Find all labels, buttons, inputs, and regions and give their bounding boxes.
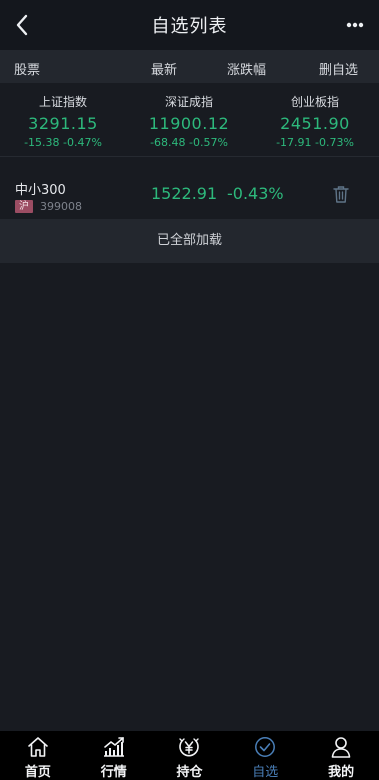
column-change[interactable]: 涨跌幅 — [227, 59, 266, 78]
watchlist-row[interactable]: 中小300 沪 399008 1522.91 -0.43% — [0, 165, 379, 219]
tab-market[interactable]: 行情 — [76, 731, 152, 780]
tab-label: 首页 — [24, 765, 51, 780]
index-change: -15.38 -0.47% — [24, 136, 102, 149]
tab-label: 我的 — [328, 765, 355, 780]
more-dots-icon — [346, 22, 364, 28]
tab-label: 自选 — [252, 765, 279, 780]
nav-header: 自选列表 — [0, 0, 379, 50]
index-price: 11900.12 — [148, 114, 230, 133]
stock-price: 1522.91 — [151, 184, 218, 203]
page-title: 自选列表 — [151, 16, 228, 37]
column-stock: 股票 — [14, 63, 41, 78]
trash-icon — [333, 186, 349, 203]
market-indices: 上证指数 3291.15 -15.38 -0.47% 深证成指 11900.12… — [0, 83, 379, 157]
market-badge: 沪 — [15, 200, 33, 213]
tab-home[interactable]: 首页 — [0, 731, 76, 780]
bottom-tab-bar: 首页 行情 持仓 自选 我的 — [0, 731, 379, 780]
list-end-notice: 已全部加载 — [0, 219, 379, 263]
index-name: 创业板指 — [290, 95, 339, 109]
index-change: -68.48 -0.57% — [150, 136, 228, 149]
check-circle-icon — [253, 735, 277, 759]
tab-label: 行情 — [100, 765, 127, 780]
chart-icon — [102, 735, 126, 759]
tab-watchlist[interactable]: 自选 — [227, 731, 303, 780]
more-button[interactable] — [341, 13, 369, 37]
index-card[interactable]: 创业板指 2451.90 -17.91 -0.73% — [252, 93, 378, 149]
column-latest[interactable]: 最新 — [151, 59, 177, 78]
home-icon — [26, 735, 50, 759]
delete-button[interactable] — [330, 183, 352, 205]
index-name: 上证指数 — [38, 95, 87, 109]
stock-code: 399008 — [40, 200, 82, 213]
user-icon — [329, 735, 353, 759]
index-card[interactable]: 深证成指 11900.12 -68.48 -0.57% — [126, 93, 252, 149]
index-card[interactable]: 上证指数 3291.15 -15.38 -0.47% — [0, 93, 126, 149]
index-price: 3291.15 — [28, 114, 98, 133]
stock-change-pct: -0.43% — [227, 184, 284, 203]
index-name: 深证成指 — [164, 95, 213, 109]
tab-label: 持仓 — [176, 765, 203, 780]
back-button[interactable] — [8, 10, 36, 40]
index-price: 2451.90 — [280, 114, 350, 133]
tab-holdings[interactable]: 持仓 — [152, 731, 228, 780]
stock-name: 中小300 — [15, 183, 66, 198]
tab-profile[interactable]: 我的 — [303, 731, 379, 780]
column-header-bar: 股票 最新 涨跌幅 删自选 — [0, 50, 379, 83]
column-delete: 删自选 — [319, 63, 359, 78]
index-change: -17.91 -0.73% — [276, 136, 354, 149]
app-root: 自选列表 股票 最新 涨跌幅 删自选 上证指数 3291.15 -15.38 -… — [0, 0, 379, 780]
yuan-icon — [177, 735, 201, 759]
chevron-left-icon — [16, 14, 28, 36]
